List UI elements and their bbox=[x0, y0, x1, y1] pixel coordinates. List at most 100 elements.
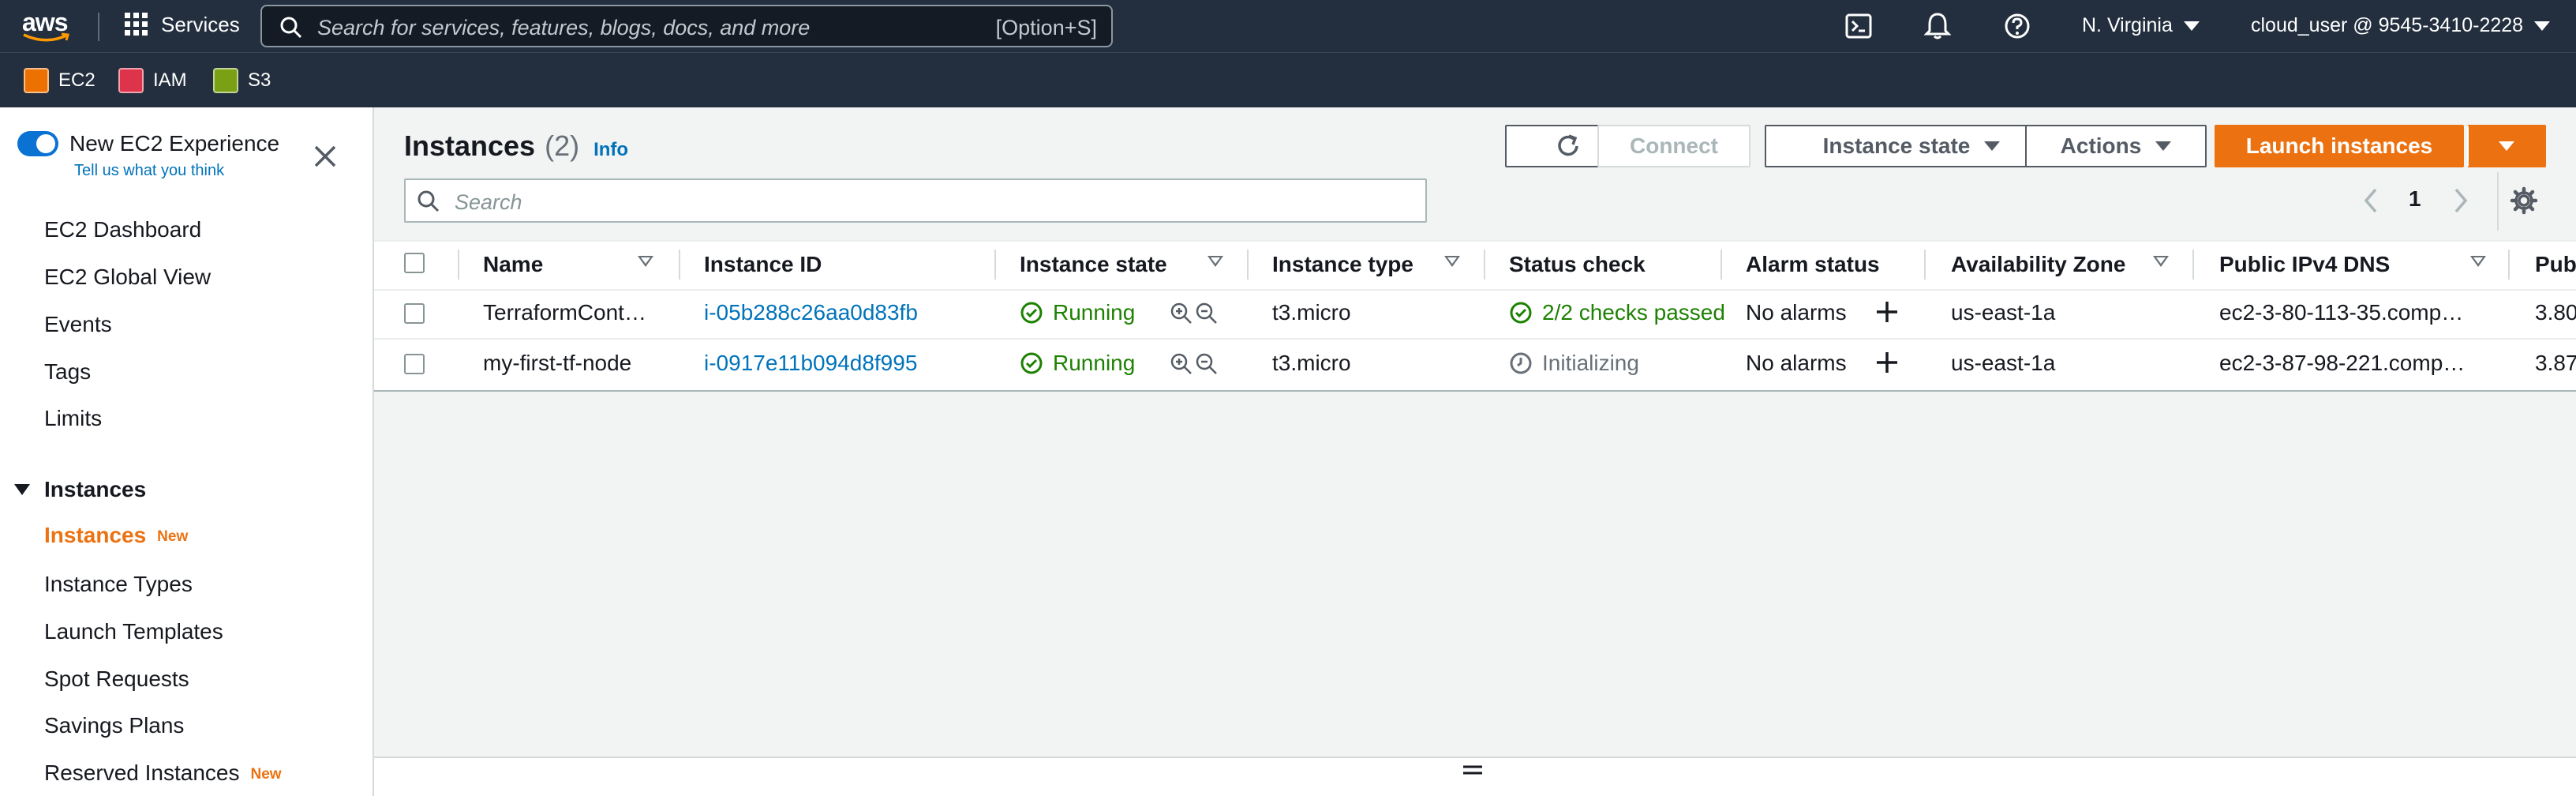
instance-state-button[interactable]: Instance state bbox=[1765, 125, 2058, 167]
sidebar-item-tags[interactable]: Tags bbox=[44, 359, 91, 385]
zoom-in-icon[interactable] bbox=[1170, 352, 1193, 376]
bell-icon[interactable] bbox=[1924, 12, 1951, 40]
status-label: 2/2 checks passed bbox=[1542, 300, 1725, 325]
sidebar-item-label: Launch Templates bbox=[44, 619, 223, 644]
region-selector[interactable]: N. Virginia bbox=[2082, 14, 2200, 37]
chevron-right-icon[interactable] bbox=[2451, 186, 2470, 215]
instance-search-input[interactable]: Search bbox=[404, 178, 1427, 223]
new-experience-toggle[interactable] bbox=[17, 131, 58, 156]
column-header-instance-type[interactable]: Instance type bbox=[1272, 240, 1413, 289]
page-number[interactable]: 1 bbox=[2409, 186, 2421, 212]
column-header-availability-zone[interactable]: Availability Zone bbox=[1951, 240, 2125, 289]
sidebar-item-label: Instances bbox=[44, 523, 147, 547]
row-checkbox[interactable] bbox=[404, 354, 425, 374]
favorite-ec2[interactable]: EC2 bbox=[24, 68, 95, 93]
new-badge: New bbox=[250, 766, 282, 783]
search-icon bbox=[280, 17, 302, 39]
check-circle-icon bbox=[1020, 302, 1043, 324]
sidebar-item-savings-plans[interactable]: Savings Plans bbox=[44, 713, 184, 738]
sort-icon[interactable] bbox=[638, 256, 653, 267]
add-alarm-icon[interactable] bbox=[1875, 351, 1899, 374]
feedback-link[interactable]: Tell us what you think bbox=[74, 162, 224, 180]
connect-button[interactable]: Connect bbox=[1597, 125, 1750, 167]
instance-count: (2) bbox=[545, 130, 580, 162]
new-badge: New bbox=[157, 528, 189, 545]
actions-button[interactable]: Actions bbox=[2025, 125, 2207, 167]
account-menu[interactable]: cloud_user @ 9545-3410-2228 bbox=[2251, 14, 2551, 37]
cell-alarm-status: No alarms bbox=[1746, 351, 1847, 375]
zoom-out-icon[interactable] bbox=[1195, 352, 1219, 376]
page-title: Instances bbox=[404, 130, 536, 162]
sort-icon[interactable] bbox=[1444, 256, 1460, 267]
sort-icon[interactable] bbox=[2153, 256, 2169, 267]
actions-label: Actions bbox=[2060, 133, 2142, 158]
sidebar-section-instances[interactable]: Instances bbox=[14, 477, 146, 502]
add-alarm-icon[interactable] bbox=[1875, 300, 1899, 324]
column-header-alarm-status[interactable]: Alarm status bbox=[1746, 240, 1880, 289]
header-row-divider bbox=[374, 289, 2576, 291]
column-header-instance-id[interactable]: Instance ID bbox=[704, 240, 822, 289]
caret-down-icon bbox=[2155, 141, 2172, 151]
launch-instances-button[interactable]: Launch instances bbox=[2215, 125, 2464, 167]
column-header-instance-state[interactable]: Instance state bbox=[1020, 240, 1167, 289]
sidebar-item-events[interactable]: Events bbox=[44, 312, 112, 337]
column-header-public-ipv4[interactable]: Pub bbox=[2535, 240, 2576, 289]
favorites-bar bbox=[0, 52, 2576, 107]
cell-instance-id[interactable]: i-05b288c26aa0d83fb bbox=[704, 300, 918, 325]
sidebar-item-instance-types[interactable]: Instance Types bbox=[44, 572, 193, 597]
global-search-input[interactable]: Search for services, features, blogs, do… bbox=[260, 5, 1113, 47]
clock-icon bbox=[1510, 352, 1532, 374]
launch-instances-label: Launch instances bbox=[2245, 133, 2433, 158]
column-header-name[interactable]: Name bbox=[483, 240, 543, 289]
row-checkbox[interactable] bbox=[404, 303, 425, 324]
sort-icon[interactable] bbox=[2470, 256, 2486, 267]
chevron-down-icon bbox=[2183, 21, 2200, 31]
close-icon[interactable] bbox=[313, 144, 338, 169]
services-menu-button[interactable]: Services bbox=[123, 11, 240, 38]
toggle-knob bbox=[36, 134, 55, 153]
sidebar-item-spot-requests[interactable]: Spot Requests bbox=[44, 666, 189, 692]
status-label: Initializing bbox=[1542, 351, 1639, 375]
chevron-left-icon[interactable] bbox=[2361, 186, 2380, 215]
resize-handle-icon[interactable] bbox=[1462, 763, 1484, 777]
sort-icon[interactable] bbox=[1208, 256, 1223, 267]
zoom-out-icon[interactable] bbox=[1195, 302, 1219, 325]
cell-availability-zone: us-east-1a bbox=[1951, 351, 2056, 375]
search-icon bbox=[417, 190, 440, 212]
sidebar-item-limits[interactable]: Limits bbox=[44, 406, 102, 431]
favorite-s3[interactable]: S3 bbox=[213, 68, 271, 93]
s3-icon bbox=[213, 68, 238, 93]
select-all-checkbox[interactable] bbox=[404, 253, 425, 273]
cloudshell-icon[interactable] bbox=[1845, 13, 1872, 39]
sidebar-item-label: Reserved Instances bbox=[44, 760, 240, 785]
state-label: Running bbox=[1053, 300, 1136, 325]
sidebar-item-ec2-dashboard[interactable]: EC2 Dashboard bbox=[44, 217, 201, 242]
cell-instance-state: Running bbox=[1020, 300, 1135, 325]
chevron-down-icon bbox=[2534, 21, 2551, 31]
cell-instance-id[interactable]: i-0917e11b094d8f995 bbox=[704, 351, 917, 376]
help-icon[interactable] bbox=[2004, 13, 2031, 39]
sidebar-item-ec2-global-view[interactable]: EC2 Global View bbox=[44, 265, 211, 290]
info-link[interactable]: Info bbox=[593, 139, 628, 161]
sidebar-item-instances[interactable]: Instances New bbox=[44, 523, 188, 548]
cell-availability-zone: us-east-1a bbox=[1951, 300, 2056, 325]
column-header-status-check[interactable]: Status check bbox=[1509, 240, 1646, 289]
sidebar-item-launch-templates[interactable]: Launch Templates bbox=[44, 619, 223, 644]
sidebar-item-reserved-instances[interactable]: Reserved Instances New bbox=[44, 760, 282, 786]
launch-options-button[interactable] bbox=[2467, 125, 2546, 167]
sidebar bbox=[0, 107, 374, 796]
cell-instance-type: t3.micro bbox=[1272, 300, 1351, 325]
settings-gear-icon[interactable] bbox=[2510, 186, 2538, 215]
column-divider bbox=[1247, 250, 1249, 280]
caret-down-icon bbox=[2499, 141, 2514, 151]
check-circle-icon bbox=[1510, 302, 1532, 324]
column-header-public-ipv4-dns[interactable]: Public IPv4 DNS bbox=[2219, 240, 2390, 289]
favorite-iam[interactable]: IAM bbox=[118, 68, 187, 93]
cell-instance-state: Running bbox=[1020, 351, 1135, 376]
search-shortcut: [Option+S] bbox=[995, 16, 1097, 39]
column-divider bbox=[1924, 250, 1926, 280]
aws-logo[interactable]: aws bbox=[22, 8, 71, 43]
services-label: Services bbox=[161, 12, 240, 36]
zoom-in-icon[interactable] bbox=[1170, 302, 1193, 325]
favorite-iam-label: IAM bbox=[153, 69, 187, 91]
